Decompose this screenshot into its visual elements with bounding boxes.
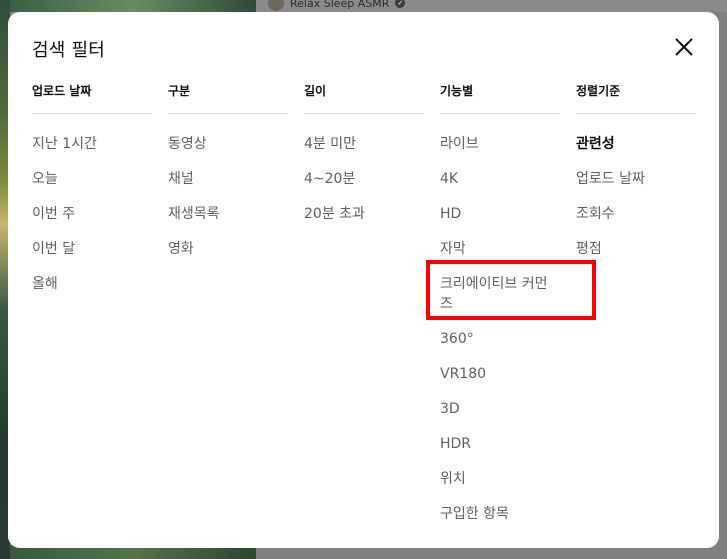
column-header-upload-date: 업로드 날짜	[32, 80, 152, 114]
close-icon	[675, 38, 693, 56]
sort-option-upload-date[interactable]: 업로드 날짜	[576, 169, 696, 189]
sort-option-relevance[interactable]: 관련성	[576, 134, 696, 154]
filter-option-4k[interactable]: 4K	[440, 169, 560, 189]
filter-option-this-week[interactable]: 이번 주	[32, 204, 152, 224]
filter-option-this-year[interactable]: 올해	[32, 274, 152, 294]
filter-option-live[interactable]: 라이브	[440, 134, 560, 154]
background-channel-chip: Relax Sleep ASMR ✓	[268, 0, 406, 12]
dialog-title: 검색 필터	[32, 40, 105, 61]
filter-option-purchased[interactable]: 구입한 항목	[440, 504, 560, 524]
column-header-sort-by: 정렬기준	[576, 80, 696, 114]
filter-option-subtitles[interactable]: 자막	[440, 239, 560, 259]
filter-option-4-20-min[interactable]: 4~20분	[304, 169, 424, 189]
filter-option-channel[interactable]: 채널	[168, 169, 288, 189]
filter-option-hdr[interactable]: HDR	[440, 434, 560, 454]
column-header-features: 기능별	[440, 80, 560, 114]
filter-columns: 업로드 날짜 지난 1시간 오늘 이번 주 이번 달 올해 구분 동영상 채널 …	[32, 80, 712, 539]
filter-column-upload-date: 업로드 날짜 지난 1시간 오늘 이번 주 이번 달 올해	[32, 80, 152, 539]
channel-name: Relax Sleep ASMR	[290, 0, 390, 10]
creative-commons-label: 크리에이티브 커먼즈	[440, 276, 548, 312]
sort-option-view-count[interactable]: 조회수	[576, 204, 696, 224]
filter-column-duration: 길이 4분 미만 4~20분 20분 초과	[304, 80, 424, 539]
filter-option-creative-commons[interactable]: 크리에이티브 커먼즈	[426, 260, 596, 320]
filter-option-last-hour[interactable]: 지난 1시간	[32, 134, 152, 154]
channel-avatar	[268, 0, 284, 11]
filter-column-type: 구분 동영상 채널 재생목록 영화	[168, 80, 288, 539]
search-filter-dialog: 검색 필터 업로드 날짜 지난 1시간 오늘 이번 주 이번 달 올해 구분 동…	[8, 12, 719, 548]
filter-option-playlist[interactable]: 재생목록	[168, 204, 288, 224]
filter-option-over-20-min[interactable]: 20분 초과	[304, 204, 424, 224]
filter-column-sort-by: 정렬기준 관련성 업로드 날짜 조회수 평점	[576, 80, 696, 539]
filter-option-under-4-min[interactable]: 4분 미만	[304, 134, 424, 154]
column-header-duration: 길이	[304, 80, 424, 114]
filter-option-location[interactable]: 위치	[440, 469, 560, 489]
verified-check-icon: ✓	[395, 0, 406, 8]
filter-option-movie[interactable]: 영화	[168, 239, 288, 259]
filter-option-this-month[interactable]: 이번 달	[32, 239, 152, 259]
filter-option-vr180[interactable]: VR180	[440, 364, 560, 384]
column-header-type: 구분	[168, 80, 288, 114]
background-video-thumbnail-top	[10, 0, 256, 12]
filter-option-360[interactable]: 360°	[440, 329, 560, 349]
filter-option-video[interactable]: 동영상	[168, 134, 288, 154]
filter-column-features: 기능별 라이브 4K HD 자막 크리에이티브 커먼즈 360° VR180 3…	[426, 80, 596, 539]
filter-option-today[interactable]: 오늘	[32, 169, 152, 189]
filter-option-3d[interactable]: 3D	[440, 399, 560, 419]
sort-option-rating[interactable]: 평점	[576, 239, 696, 259]
close-button[interactable]	[671, 34, 697, 60]
filter-option-hd[interactable]: HD	[440, 204, 560, 224]
